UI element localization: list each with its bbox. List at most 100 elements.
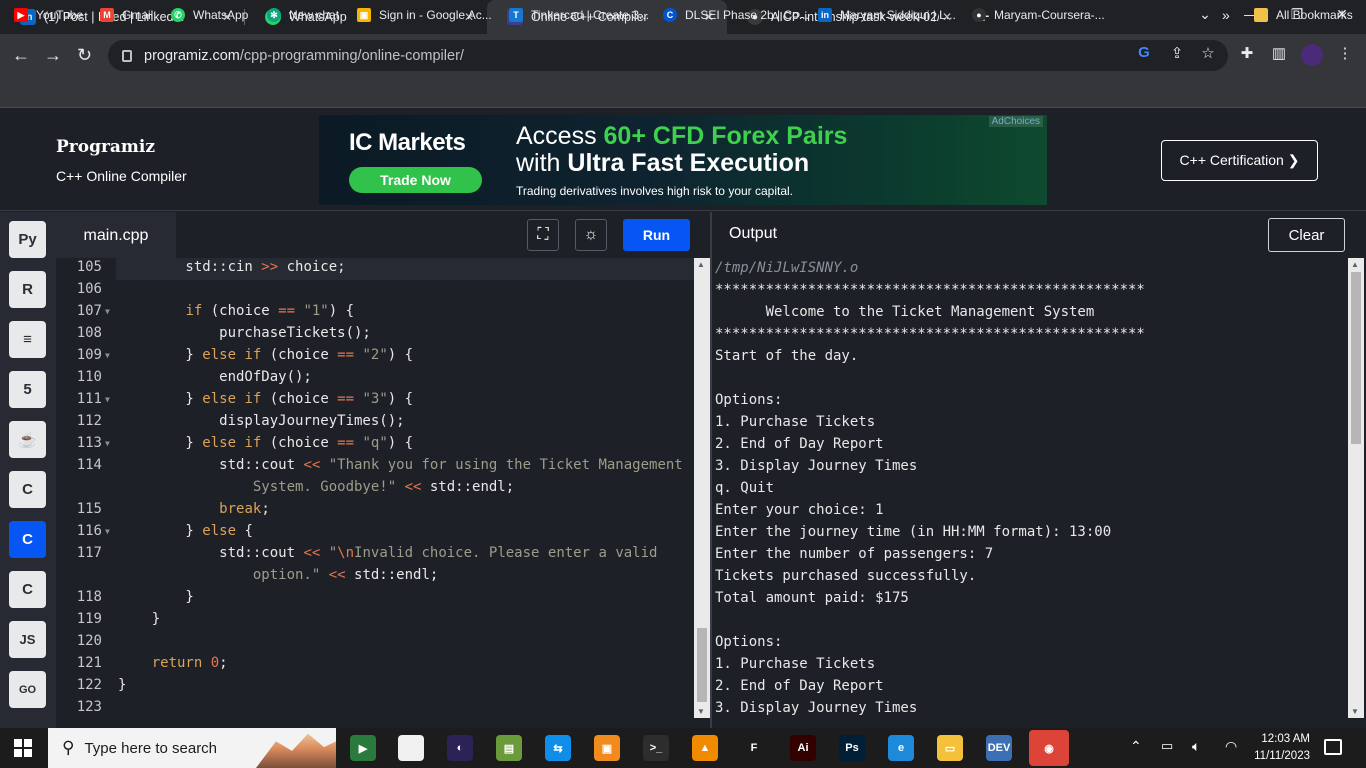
fullscreen-icon[interactable]: ⛶	[527, 219, 559, 251]
more-bookmarks-button[interactable]: »	[1222, 5, 1230, 25]
output-console[interactable]: /tmp/NiJLwISNNY.o ***********************…	[712, 258, 1348, 718]
advertisement-banner[interactable]: IC Markets Trade Now Access 60+ CFD Fore…	[319, 115, 1047, 205]
profile-avatar[interactable]	[1301, 44, 1323, 66]
spreadsheet-icon[interactable]: ▤	[496, 735, 522, 761]
fold-arrow-icon[interactable]: ▼	[105, 351, 110, 360]
app-orange-icon[interactable]: ▣	[594, 735, 620, 761]
c-lang-icon[interactable]: C	[9, 471, 46, 508]
wifi-icon[interactable]: ◠	[1225, 738, 1237, 755]
google-lens-icon[interactable]: G	[1133, 44, 1155, 61]
notepad-icon[interactable]	[398, 735, 424, 761]
search-placeholder: Type here to search	[84, 739, 218, 757]
windows-start-icon[interactable]	[14, 739, 32, 757]
menu-kebab-icon[interactable]: ⋮	[1334, 44, 1356, 62]
fold-arrow-icon[interactable]: ▼	[105, 527, 110, 536]
tab-search-icon[interactable]: ⌄	[1194, 6, 1216, 23]
output-line: Enter the journey time (in HH:MM format)…	[715, 524, 1112, 540]
bookmark-tinkercad[interactable]: T Tinkercad | Create 3...	[509, 5, 649, 25]
scroll-up-arrow-icon[interactable]: ▲	[1351, 260, 1359, 269]
java-icon[interactable]: ☕	[9, 421, 46, 458]
clock-date: 11/11/2023	[1254, 750, 1310, 762]
output-title: Output	[729, 225, 778, 242]
output-line: Welcome to the Ticket Management System	[715, 304, 1095, 320]
bookmark-whatsapp[interactable]: ✆ WhatsApp	[171, 5, 248, 25]
volume-icon[interactable]: 🔈︎	[1192, 738, 1200, 755]
clear-button[interactable]: Clear	[1268, 218, 1345, 252]
scroll-down-arrow-icon[interactable]: ▼	[697, 707, 705, 716]
ad-trade-now-button[interactable]: Trade Now	[349, 167, 482, 193]
ad-headline2-bold: Ultra Fast Execution	[567, 149, 810, 177]
run-button[interactable]: Run	[623, 219, 690, 251]
url-path: /cpp-programming/online-compiler/	[239, 47, 464, 64]
teamviewer-icon[interactable]: ⇆	[545, 735, 571, 761]
battery-icon[interactable]: ▭	[1161, 738, 1173, 754]
fold-arrow-icon[interactable]: ▼	[105, 439, 110, 448]
editor-scrollbar[interactable]: ▲ ▼	[694, 258, 710, 718]
go-lang-icon[interactable]: GO	[9, 671, 46, 708]
figma-icon[interactable]: F	[741, 735, 767, 761]
eclipse-icon[interactable]: ◐	[447, 735, 473, 761]
bookmark-google-signin[interactable]: ▣ Sign in - Google Ac...	[357, 5, 492, 25]
all-bookmarks-button[interactable]: All Bookmarks	[1254, 5, 1353, 25]
terminal-icon[interactable]: >_	[643, 735, 669, 761]
file-explorer-icon[interactable]: ▭	[937, 735, 963, 761]
back-arrow-icon[interactable]: ←	[12, 45, 30, 66]
taskbar-clock[interactable]: 12:03 AM 11/11/2023	[1243, 731, 1310, 765]
photoshop-icon[interactable]: Ps	[839, 735, 865, 761]
bookmark-dlsei[interactable]: C DLSEI Phase 2b | Co...	[663, 5, 809, 25]
sql-database-icon[interactable]: ≡	[9, 321, 46, 358]
scroll-down-arrow-icon[interactable]: ▼	[1351, 707, 1359, 716]
code-editor[interactable]: 105 std::cin >> choice; 106 107 ▼ if (choic…	[56, 258, 710, 728]
illustrator-icon[interactable]: Ai	[790, 735, 816, 761]
bookmark-youtube[interactable]: ▶ YouTube	[14, 5, 83, 25]
output-line: Tickets purchased successfully.	[715, 568, 977, 584]
cpp-lang-icon[interactable]: C	[9, 521, 46, 558]
ad-headline: Access 60+ CFD Forex Pairs	[516, 122, 847, 151]
notification-icon[interactable]	[1324, 739, 1342, 755]
bookmark-star-icon[interactable]: ☆	[1197, 44, 1219, 62]
fold-arrow-icon[interactable]: ▼	[105, 395, 110, 404]
url-domain: programiz.com	[144, 47, 240, 64]
bookmarks-bar	[0, 78, 1366, 108]
programiz-logo[interactable]: Programiz	[56, 137, 155, 157]
line-number: 106	[76, 281, 102, 297]
html5-icon[interactable]: 5	[9, 371, 46, 408]
bookmark-gmail[interactable]: M Gmail	[100, 5, 153, 25]
tray-chevron-up-icon[interactable]: ⌃	[1130, 738, 1142, 755]
side-panel-icon[interactable]: ▥	[1268, 44, 1290, 62]
r-lang-icon[interactable]: R	[9, 271, 46, 308]
devcpp-icon[interactable]: DEV	[986, 735, 1012, 761]
output-line: 2. End of Day Report	[715, 678, 884, 694]
javascript-icon[interactable]: JS	[9, 621, 46, 658]
reload-icon[interactable]: ↻	[77, 45, 92, 66]
extensions-icon[interactable]: ✚	[1236, 44, 1258, 62]
scrollbar-thumb[interactable]	[697, 628, 707, 702]
bookmark-github[interactable]: ● Maryam-Coursera-...	[972, 5, 1105, 25]
ad-headline2-pre: with	[516, 149, 568, 177]
file-tab-main-cpp[interactable]: main.cpp	[56, 212, 176, 258]
scrollbar-thumb[interactable]	[1351, 272, 1361, 444]
python-icon[interactable]: Py	[9, 221, 46, 258]
cpp-certification-button[interactable]: C++ Certification ❯	[1161, 140, 1318, 181]
line-number: 120	[76, 633, 102, 649]
output-line: /tmp/NiJLwISNNY.o	[715, 260, 859, 276]
line-number: 110	[76, 369, 102, 385]
share-icon[interactable]: ⇪	[1166, 44, 1188, 62]
csharp-icon[interactable]: C	[9, 571, 46, 608]
ad-choices-link[interactable]: AdChoices	[988, 116, 1043, 127]
bookmark-linkedin[interactable]: in Maryam Siddiqui | L...	[818, 5, 956, 25]
vlc-icon[interactable]: ▲	[692, 735, 718, 761]
chrome-icon[interactable]: ◉	[1029, 730, 1069, 766]
scroll-up-arrow-icon[interactable]: ▲	[697, 260, 705, 269]
code-line: return 0;	[151, 655, 228, 671]
bookmark-new-chat[interactable]: ✻ New chat	[267, 5, 339, 25]
fold-arrow-icon[interactable]: ▼	[105, 307, 110, 316]
forward-arrow-icon[interactable]: →	[44, 45, 62, 66]
url-bar[interactable]: programiz.com/cpp-programming/online-com…	[108, 40, 1228, 71]
code-line: std::cin >> choice;	[118, 259, 346, 275]
edge-icon[interactable]: e	[888, 735, 914, 761]
video-editor-icon[interactable]: ▶	[350, 735, 376, 761]
output-scrollbar[interactable]: ▲ ▼	[1348, 258, 1364, 718]
taskbar-search-box[interactable]: ⚲ Type here to search	[48, 728, 336, 768]
theme-toggle-sun-icon[interactable]: ☼	[575, 219, 607, 251]
